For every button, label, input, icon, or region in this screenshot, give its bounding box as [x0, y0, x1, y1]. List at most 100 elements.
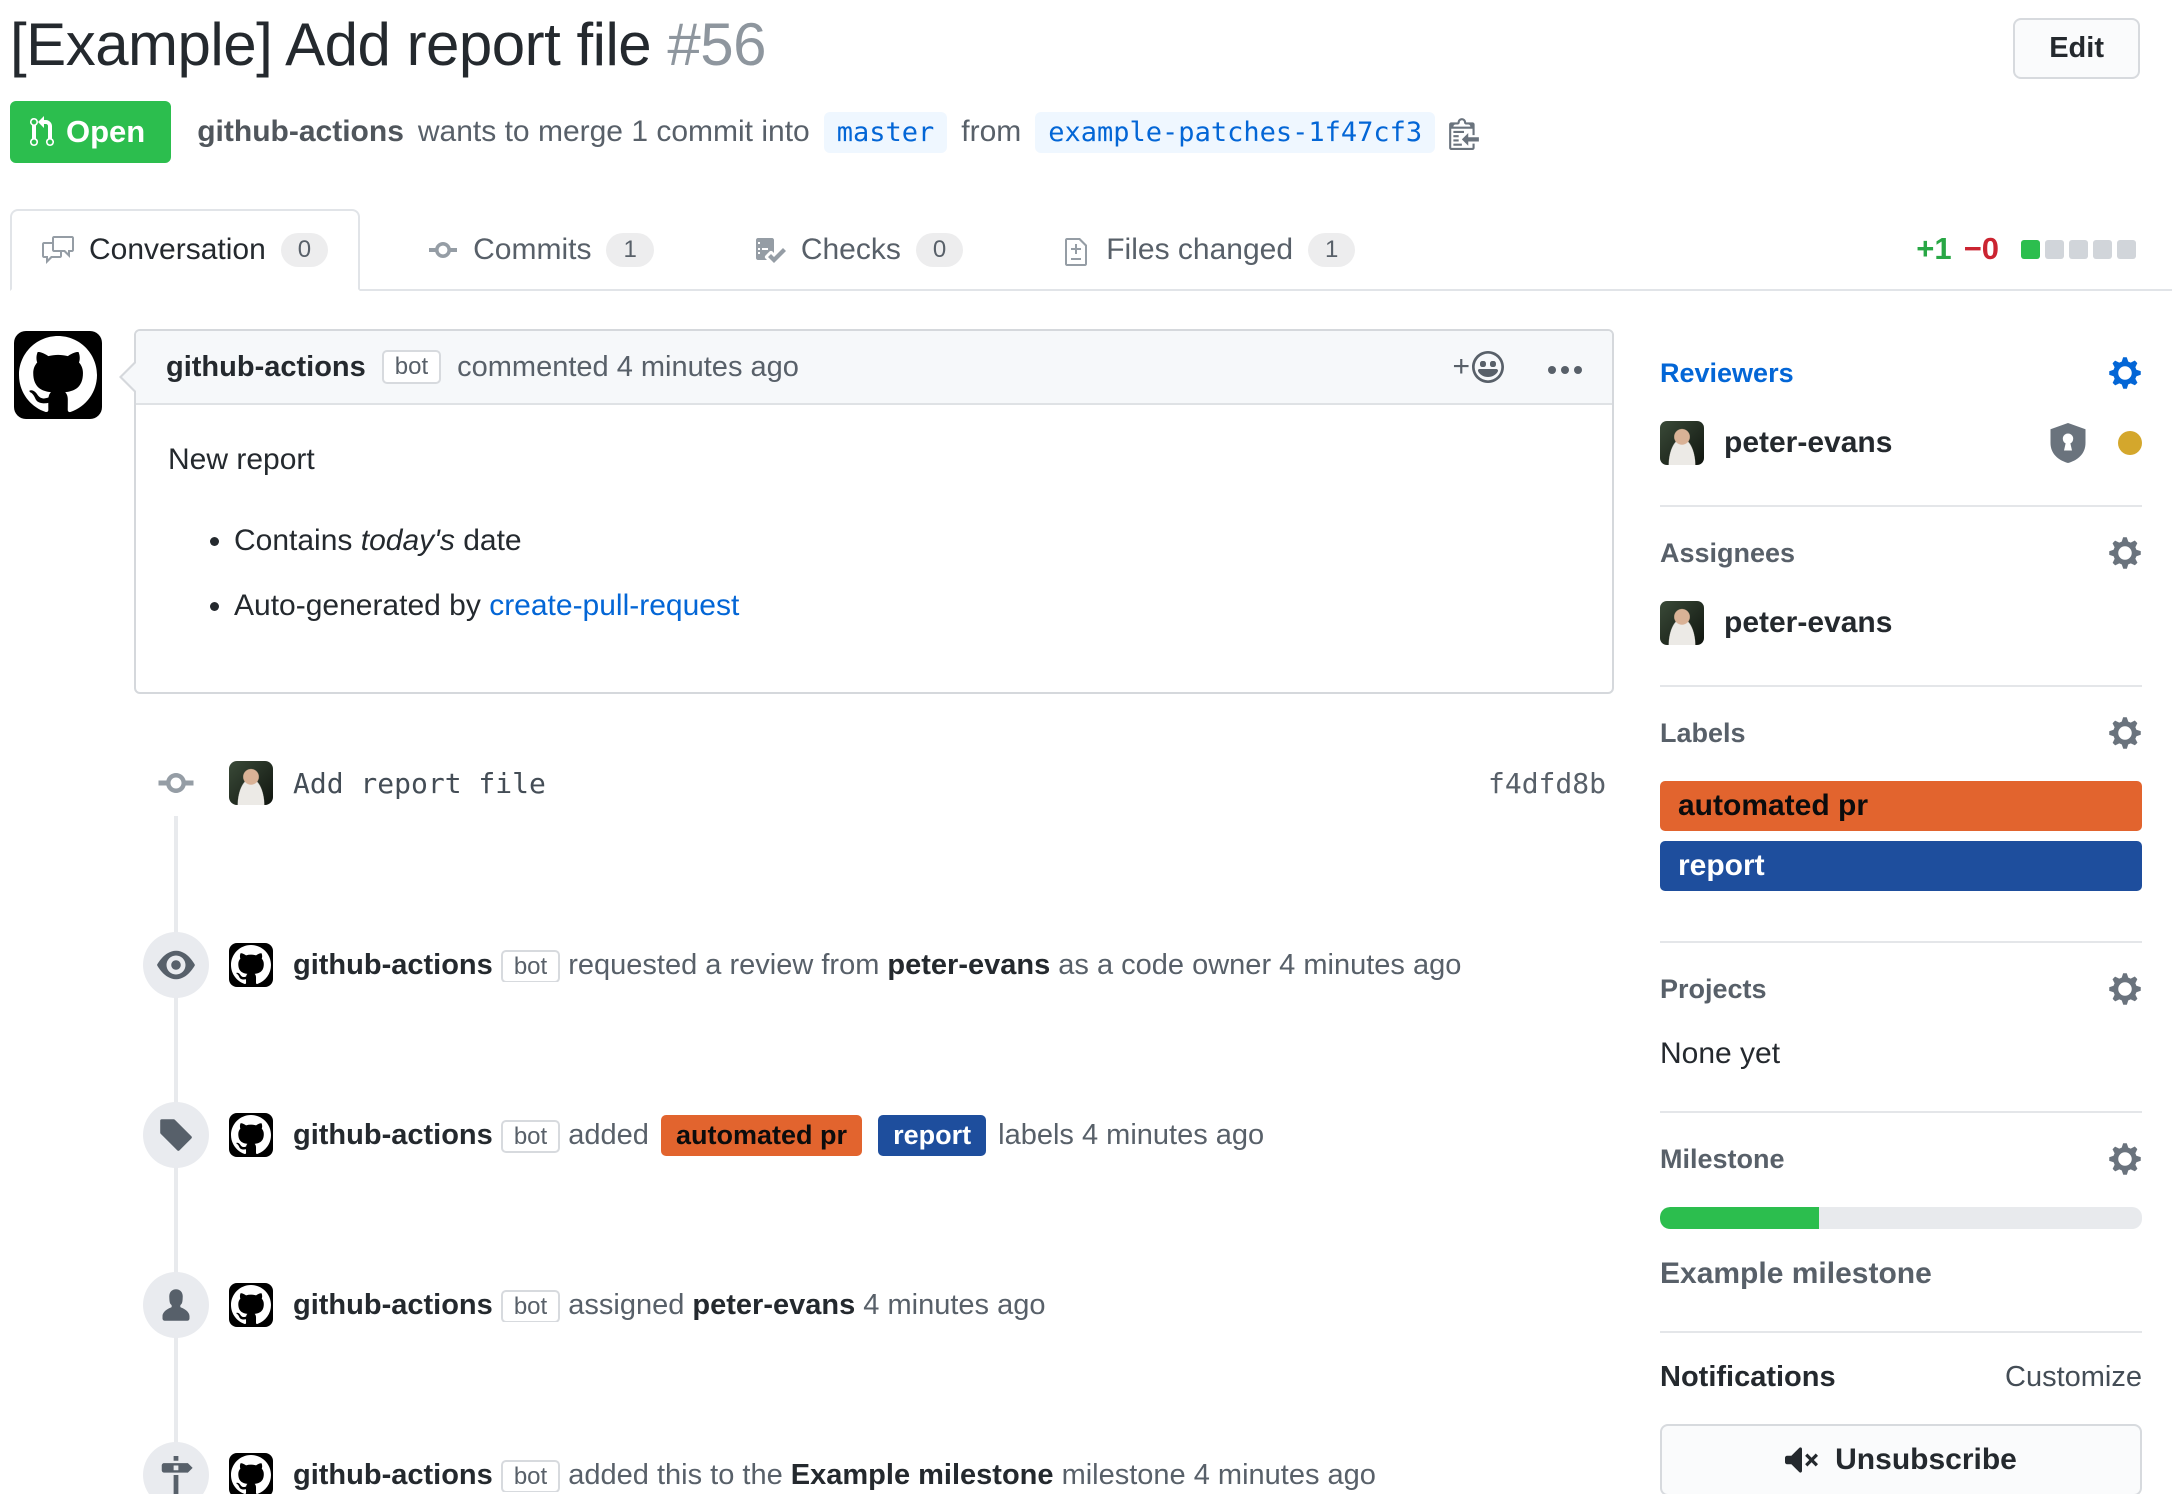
github-actions-avatar[interactable] — [229, 1453, 273, 1494]
reviewers-title[interactable]: Reviewers — [1660, 358, 1794, 389]
timeline-event-assigned: github-actions bot assigned peter-evans … — [12, 1272, 1614, 1338]
label-report[interactable]: report — [1660, 841, 2142, 891]
commit-row: Add report file f4dfd8b — [12, 750, 1614, 816]
event-text: github-actions bot added this to the Exa… — [293, 1459, 1376, 1492]
tab-commits[interactable]: Commits 1 — [396, 209, 686, 291]
customize-link[interactable]: Customize — [2005, 1361, 2142, 1394]
from-text: from — [961, 115, 1021, 149]
gear-icon[interactable] — [2108, 535, 2142, 571]
timeline-event-milestoned: github-actions bot added this to the Exa… — [12, 1442, 1614, 1494]
tab-checks[interactable]: Checks 0 — [722, 209, 995, 291]
pr-author[interactable]: github-actions — [197, 115, 404, 149]
github-actions-avatar[interactable] — [14, 331, 102, 419]
pr-number: #56 — [667, 11, 766, 78]
tab-count: 0 — [281, 233, 328, 267]
diff-stat: +1 −0 — [1916, 231, 2136, 267]
unsubscribe-button[interactable]: Unsubscribe — [1660, 1424, 2142, 1494]
page-title: [Example] Add report file #56 — [10, 10, 2012, 79]
tab-label: Files changed — [1106, 233, 1293, 267]
mute-icon — [1785, 1443, 1819, 1477]
octocat-icon — [231, 945, 271, 985]
projects-title: Projects — [1660, 974, 1767, 1005]
head-branch-label[interactable]: example-patches-1f47cf3 — [1035, 112, 1435, 153]
github-actions-avatar[interactable] — [229, 1113, 273, 1157]
label-report[interactable]: report — [878, 1115, 986, 1156]
milestone-name[interactable]: Example milestone — [1660, 1257, 2142, 1291]
commit-message[interactable]: Add report file — [293, 767, 546, 800]
bot-badge: bot — [382, 350, 441, 384]
pr-action-text: wants to merge 1 commit into — [418, 115, 810, 149]
additions-count: +1 — [1916, 231, 1951, 267]
create-pull-request-link[interactable]: create-pull-request — [489, 589, 739, 622]
comment-lead: New report — [168, 437, 1580, 482]
issue-comment: github-actions bot commented 4 minutes a… — [134, 329, 1614, 694]
italic-text: today's — [361, 524, 455, 557]
milestone-title: Milestone — [1660, 1144, 1785, 1175]
tab-count: 0 — [916, 233, 963, 267]
person-icon — [143, 1272, 209, 1338]
labels-title: Labels — [1660, 718, 1746, 749]
pull-request-page: [Example] Add report file #56 Edit Open … — [0, 0, 2172, 1494]
review-state — [2048, 421, 2142, 465]
comment-thread: github-actions bot commented 4 minutes a… — [12, 329, 1614, 694]
notifications-title: Notifications — [1660, 1361, 1836, 1394]
milestone-progress-bar — [1660, 1207, 2142, 1229]
copy-branch-icon[interactable] — [1449, 114, 1479, 149]
tab-files-changed[interactable]: Files changed 1 — [1031, 209, 1387, 291]
gear-icon[interactable] — [2108, 355, 2142, 391]
label-automated-pr[interactable]: automated pr — [1660, 781, 2142, 831]
pr-title-text: [Example] Add report file — [10, 11, 651, 78]
pr-tab-bar: Conversation 0 Commits 1 Checks 0 Files … — [10, 209, 2172, 291]
tag-icon — [143, 1102, 209, 1168]
timeline-event-labels-added: github-actions bot added automated pr re… — [12, 1102, 1614, 1168]
status-label: Open — [66, 114, 145, 150]
sidebar-section-projects: Projects None yet — [1660, 943, 2142, 1113]
octocat-icon — [19, 336, 97, 414]
tab-conversation[interactable]: Conversation 0 — [10, 209, 360, 291]
status-badge: Open — [10, 101, 171, 163]
file-diff-icon — [1063, 234, 1091, 266]
sidebar-section-milestone: Milestone Example milestone — [1660, 1113, 2142, 1333]
comment-body: New report Contains today's date Auto-ge… — [136, 405, 1612, 692]
deletions-count: −0 — [1964, 231, 1999, 267]
reviewer-name[interactable]: peter-evans — [1724, 426, 1892, 460]
gear-icon[interactable] — [2108, 971, 2142, 1007]
edit-button[interactable]: Edit — [2013, 18, 2140, 79]
tab-label: Conversation — [89, 233, 266, 267]
comment-discussion-icon — [42, 234, 74, 266]
milestone-icon — [143, 1442, 209, 1494]
github-actions-avatar[interactable] — [229, 943, 273, 987]
tab-count: 1 — [1308, 233, 1355, 267]
comment-author[interactable]: github-actions — [166, 351, 366, 384]
add-reaction-button[interactable]: + — [1452, 350, 1504, 384]
peter-evans-avatar[interactable] — [1660, 421, 1704, 465]
pr-title-row: [Example] Add report file #56 Edit — [10, 10, 2172, 79]
kebab-menu-icon[interactable] — [1548, 360, 1582, 374]
base-branch-label[interactable]: master — [824, 112, 948, 153]
gear-icon[interactable] — [2108, 1141, 2142, 1177]
label-automated-pr[interactable]: automated pr — [661, 1115, 862, 1156]
peter-evans-avatar[interactable] — [229, 761, 273, 805]
assignee-name[interactable]: peter-evans — [1724, 606, 1892, 640]
commit-sha[interactable]: f4dfd8b — [1488, 767, 1614, 800]
sidebar-section-labels: Labels automated pr report — [1660, 687, 2142, 943]
event-text: github-actions bot requested a review fr… — [293, 949, 1461, 982]
gear-icon[interactable] — [2108, 715, 2142, 751]
github-actions-avatar[interactable] — [229, 1283, 273, 1327]
peter-evans-avatar[interactable] — [1660, 601, 1704, 645]
octocat-icon — [231, 1455, 271, 1494]
git-commit-icon — [143, 750, 209, 816]
assignees-title: Assignees — [1660, 538, 1795, 569]
sidebar-section-assignees: Assignees peter-evans — [1660, 507, 2142, 687]
comment-header: github-actions bot commented 4 minutes a… — [136, 331, 1612, 405]
sidebar-section-notifications: Notifications Customize Unsubscribe You'… — [1660, 1333, 2142, 1494]
git-pull-request-icon — [30, 116, 54, 148]
comment-bullet: Contains today's date — [234, 518, 1580, 563]
git-commit-icon — [428, 234, 458, 266]
timeline: Add report file f4dfd8b github-actions b… — [12, 750, 1614, 1494]
content-columns: github-actions bot commented 4 minutes a… — [10, 291, 2172, 1494]
sidebar-section-reviewers: Reviewers peter-evans — [1660, 355, 2142, 507]
eye-icon — [143, 932, 209, 998]
octocat-icon — [231, 1115, 271, 1155]
checklist-icon — [754, 234, 786, 266]
